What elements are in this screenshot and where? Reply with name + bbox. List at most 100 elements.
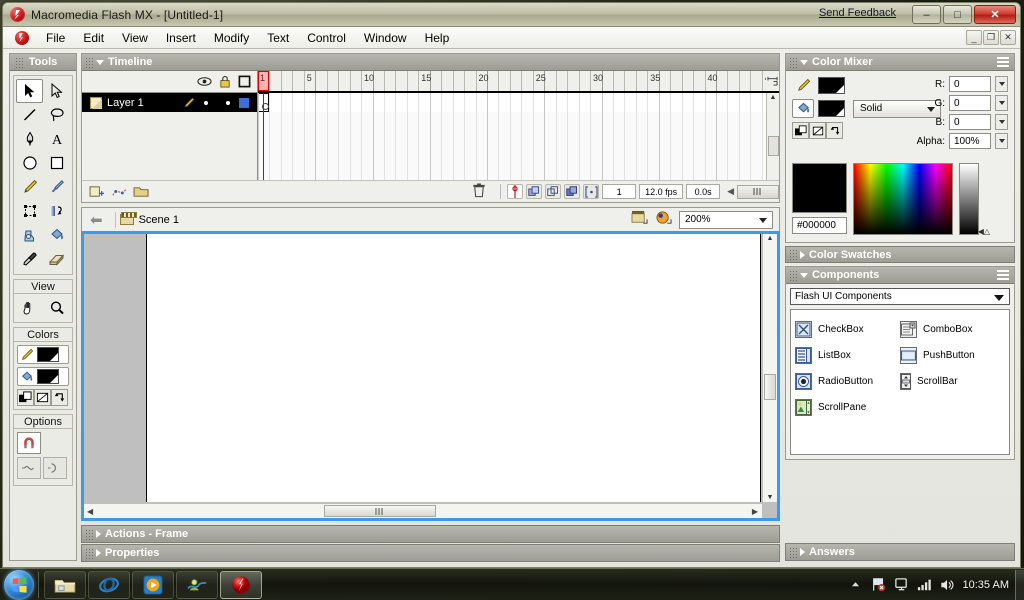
mixer-no-color-button[interactable] bbox=[809, 122, 826, 139]
stage-scroll-left-icon[interactable]: ◀ bbox=[84, 507, 93, 516]
stage-hscroll-thumb[interactable] bbox=[324, 505, 436, 517]
mixer-fill-swatch[interactable] bbox=[818, 100, 845, 117]
alpha-input[interactable]: 100% bbox=[949, 133, 991, 149]
maximize-button[interactable]: □ bbox=[943, 5, 972, 24]
hand-tool[interactable] bbox=[20, 296, 39, 320]
brush-tool[interactable] bbox=[43, 175, 70, 199]
menu-control[interactable]: Control bbox=[298, 29, 355, 47]
timeline-ruler[interactable]: 151015202530354045505560 bbox=[258, 71, 766, 93]
answers-gripper-icon[interactable] bbox=[789, 546, 797, 558]
menu-view[interactable]: View bbox=[113, 29, 157, 47]
fill-color-swatch[interactable] bbox=[37, 369, 59, 384]
action-center-icon[interactable] bbox=[871, 577, 886, 592]
green-stepper[interactable] bbox=[995, 95, 1008, 111]
swap-colors-button[interactable] bbox=[51, 389, 68, 406]
timeline-scroll-thumb[interactable] bbox=[767, 135, 779, 156]
components-gripper-icon[interactable] bbox=[789, 269, 797, 281]
menu-file[interactable]: File bbox=[37, 29, 74, 47]
mixer-gripper-icon[interactable] bbox=[789, 56, 797, 68]
signal-bars-icon[interactable] bbox=[917, 577, 932, 592]
layer-outline-color-swatch[interactable] bbox=[239, 97, 249, 108]
no-color-button[interactable] bbox=[34, 389, 51, 406]
components-options-menu-icon[interactable] bbox=[997, 270, 1009, 280]
straighten-button[interactable] bbox=[43, 457, 67, 479]
component-pushbutton[interactable]: PushButton bbox=[900, 342, 1005, 368]
panel-gripper-icon[interactable] bbox=[15, 56, 23, 68]
ink-bottle-tool[interactable] bbox=[16, 223, 43, 247]
luminance-bar[interactable]: ◀△ bbox=[959, 163, 990, 236]
component-scrollbar[interactable]: ScrollBar bbox=[900, 368, 1005, 394]
fill-transform-tool[interactable] bbox=[43, 199, 70, 223]
start-button[interactable] bbox=[4, 569, 34, 600]
mdi-close-button[interactable]: ✕ bbox=[1000, 30, 1016, 45]
mixer-paint-bucket-icon[interactable] bbox=[792, 99, 814, 118]
fps-readout[interactable]: 12.0 fps bbox=[639, 184, 684, 199]
stage-work-area[interactable]: ▲ ▼ ◀ ▶ bbox=[84, 234, 777, 518]
taskbar-flash[interactable] bbox=[220, 570, 262, 599]
mdi-restore-button[interactable]: ❐ bbox=[983, 30, 999, 45]
free-transform-tool[interactable] bbox=[16, 199, 43, 223]
color-spectrum[interactable] bbox=[853, 163, 953, 235]
zoom-level-select[interactable]: 200% bbox=[679, 210, 773, 229]
back-arrow-icon[interactable]: ⬅ bbox=[86, 211, 111, 229]
edit-symbols-button[interactable] bbox=[655, 210, 673, 229]
properties-gripper-icon[interactable] bbox=[85, 547, 93, 559]
stage-horizontal-scrollbar[interactable]: ◀ ▶ bbox=[84, 503, 762, 518]
timeline-resize-icon[interactable] bbox=[766, 71, 779, 93]
swatches-expand-icon[interactable] bbox=[800, 250, 805, 259]
red-stepper[interactable] bbox=[995, 76, 1008, 92]
pen-tool[interactable] bbox=[16, 127, 43, 151]
show-hidden-icons-button[interactable] bbox=[848, 577, 863, 592]
timeline-gripper-icon[interactable] bbox=[85, 56, 93, 68]
mixer-pencil-icon[interactable] bbox=[792, 76, 814, 95]
show-desktop-button[interactable] bbox=[1015, 569, 1024, 600]
actions-gripper-icon[interactable] bbox=[85, 528, 93, 540]
fill-color-row[interactable] bbox=[17, 367, 69, 386]
timeline-collapse-icon[interactable] bbox=[96, 59, 104, 65]
menu-help[interactable]: Help bbox=[416, 29, 459, 47]
mixer-collapse-icon[interactable] bbox=[800, 59, 808, 65]
mixer-stroke-swatch[interactable] bbox=[818, 77, 845, 94]
blue-input[interactable]: 0 bbox=[949, 114, 991, 130]
properties-panel[interactable]: Properties bbox=[81, 544, 780, 562]
components-collapse-icon[interactable] bbox=[800, 272, 808, 278]
network-center-icon[interactable] bbox=[894, 577, 909, 592]
mixer-default-colors-button[interactable] bbox=[792, 122, 809, 139]
paint-bucket-tool[interactable] bbox=[43, 223, 70, 247]
zoom-tool[interactable] bbox=[48, 296, 66, 320]
stage-scroll-up-icon[interactable]: ▲ bbox=[767, 234, 774, 243]
snap-to-objects-button[interactable] bbox=[17, 432, 41, 454]
scrubber-left-arrow-icon[interactable]: ◀ bbox=[727, 186, 734, 197]
eyedropper-tool[interactable] bbox=[16, 247, 43, 271]
component-combobox[interactable]: ComboBox bbox=[900, 316, 1005, 342]
mixer-options-menu-icon[interactable] bbox=[997, 57, 1009, 67]
green-input[interactable]: 0 bbox=[949, 95, 991, 111]
lasso-tool[interactable] bbox=[43, 103, 70, 127]
red-input[interactable]: 0 bbox=[949, 76, 991, 92]
smooth-button[interactable] bbox=[17, 457, 41, 479]
menu-text[interactable]: Text bbox=[258, 29, 298, 47]
taskbar-explorer[interactable] bbox=[44, 570, 86, 599]
stage-scroll-right-icon[interactable]: ▶ bbox=[752, 507, 758, 516]
taskbar-internet-explorer[interactable] bbox=[88, 570, 130, 599]
onion-skin-button[interactable] bbox=[526, 184, 543, 199]
close-button[interactable]: ✕ bbox=[974, 5, 1016, 24]
stroke-color-swatch[interactable] bbox=[37, 347, 59, 362]
menu-modify[interactable]: Modify bbox=[205, 29, 258, 47]
layer-row-1[interactable]: Layer 1 bbox=[82, 93, 257, 112]
alpha-stepper[interactable] bbox=[995, 133, 1008, 149]
mixer-swap-colors-button[interactable] bbox=[826, 122, 843, 139]
scroll-up-arrow-icon[interactable]: ▲ bbox=[770, 93, 777, 102]
taskbar-remote-desktop[interactable] bbox=[176, 570, 218, 599]
default-colors-button[interactable] bbox=[17, 389, 34, 406]
stage-vscroll-thumb[interactable] bbox=[764, 374, 776, 400]
actions-expand-icon[interactable] bbox=[96, 530, 101, 538]
layer-visible-dot[interactable] bbox=[204, 100, 208, 105]
oval-tool[interactable] bbox=[16, 151, 43, 175]
actions-frame-panel[interactable]: Actions - Frame bbox=[81, 525, 780, 543]
subselect-tool[interactable] bbox=[43, 79, 70, 103]
delete-layer-button[interactable] bbox=[472, 182, 486, 201]
center-frame-button[interactable] bbox=[507, 184, 524, 199]
component-set-select[interactable]: Flash UI Components bbox=[790, 288, 1010, 305]
blue-stepper[interactable] bbox=[995, 114, 1008, 130]
